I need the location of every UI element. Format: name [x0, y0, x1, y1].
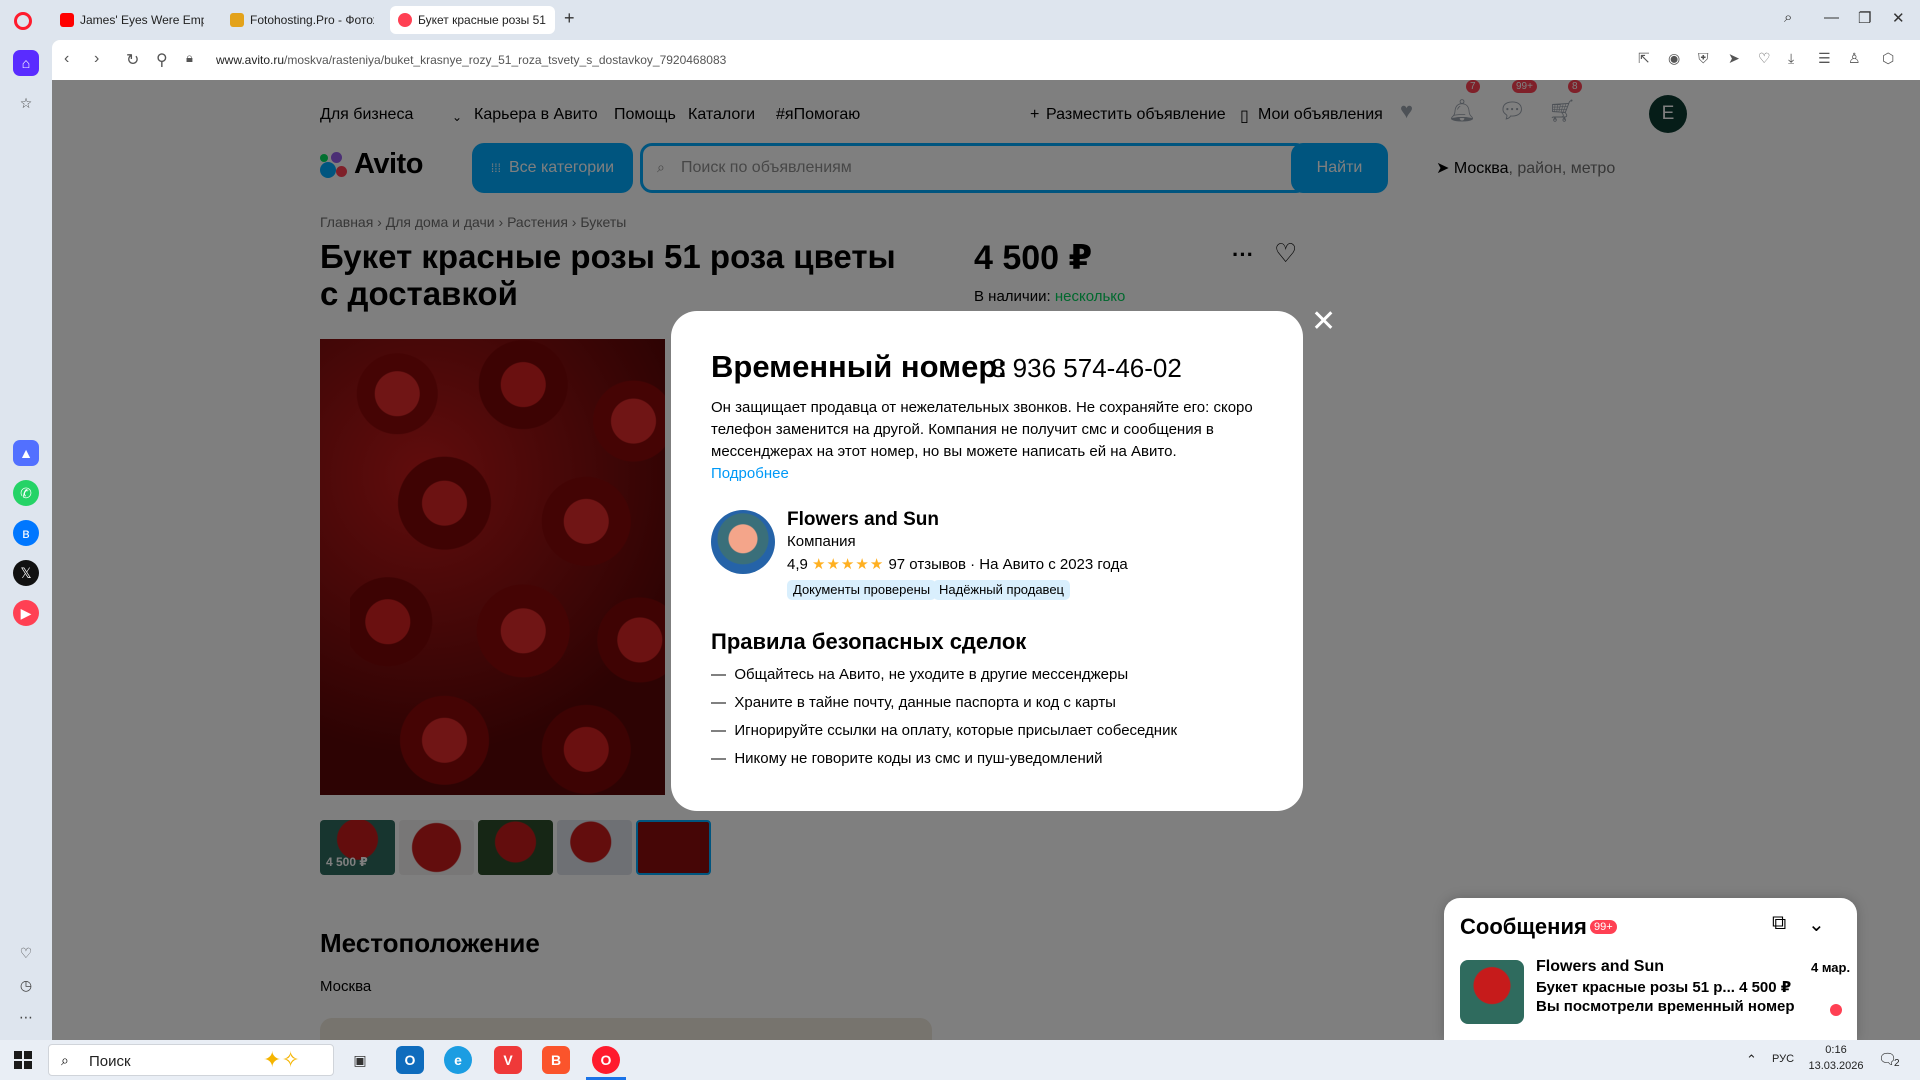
tab-youtube[interactable]: James' Eyes Were Empty	[52, 6, 212, 34]
opera-logo-icon[interactable]	[14, 12, 32, 30]
vivaldi-icon[interactable]: V	[494, 1046, 522, 1074]
reload-icon[interactable]: ↻	[126, 50, 139, 70]
more-info-link[interactable]: Подробнее	[711, 465, 789, 482]
modal-close-icon[interactable]: ✕	[1311, 307, 1336, 337]
favorites-heart-icon[interactable]: ♡	[13, 940, 39, 966]
profile-icon[interactable]: ♙	[1848, 50, 1861, 67]
aria-icon[interactable]: ▲	[13, 440, 39, 466]
outlook-icon[interactable]: O	[396, 1046, 424, 1074]
safety-rules-title: Правила безопасных сделок	[711, 629, 1027, 654]
windows-taskbar: ⌕ Поиск ✦✧ ▣ O e V B O ⌃ РУС 0:16 13.03.…	[0, 1040, 1920, 1080]
chat-seller-name[interactable]: Flowers and Sun	[1536, 958, 1664, 976]
chat-thumbnail	[1460, 960, 1524, 1024]
download-icon[interactable]: ⤓	[1788, 50, 1794, 67]
messages-title: Сообщения	[1460, 914, 1587, 939]
chat-preview: Вы посмотрели временный номер	[1536, 998, 1795, 1015]
tab-fotohosting[interactable]: Fotohosting.Pro - Фотохо	[222, 6, 382, 34]
tab-avito[interactable]: Букет красные розы 51 р	[390, 6, 555, 34]
rating-stars-icon: ★★★★★	[812, 556, 885, 573]
chevron-down-icon[interactable]: ⌄	[1808, 912, 1825, 937]
edge-icon[interactable]: e	[444, 1046, 472, 1074]
close-window-icon[interactable]: ✕	[1892, 9, 1905, 27]
modal-heading: Временный номер:	[711, 349, 1008, 384]
safety-rule: — Игнорируйте ссылки на оплату, которые …	[711, 722, 1178, 739]
more-options-icon[interactable]: ⋯	[13, 1004, 39, 1030]
temporary-number-modal: Временный номер: 8 936 574-46-02 Он защи…	[671, 311, 1303, 811]
reviews-link[interactable]: 97 отзывов	[888, 556, 966, 573]
safety-rule: — Никому не говорите коды из смс и пуш-у…	[711, 750, 1103, 767]
bookmarks-star-icon[interactable]: ☆	[13, 90, 39, 116]
whatsapp-icon[interactable]: ✆	[13, 480, 39, 506]
heart-icon[interactable]: ♡	[1758, 50, 1771, 67]
location-pin-icon[interactable]: ⚲	[156, 50, 168, 70]
clock-time[interactable]: 0:16	[1806, 1044, 1866, 1056]
seller-rating: 4,9 ★★★★★ 97 отзывов · На Авито с 2023 г…	[787, 556, 1128, 573]
language-indicator[interactable]: РУС	[1772, 1053, 1794, 1065]
camera-icon[interactable]: ◉	[1668, 50, 1680, 67]
tray-chevron-up-icon[interactable]: ⌃	[1746, 1052, 1757, 1068]
forward-icon[interactable]: ›	[94, 50, 99, 68]
vk-icon[interactable]: в	[13, 520, 39, 546]
new-tab-plus-icon[interactable]: +	[564, 8, 575, 29]
notification-count: 2	[1894, 1058, 1900, 1069]
badge-reliable-seller: Надёжный продавец	[933, 580, 1070, 600]
minimize-icon[interactable]: —	[1824, 9, 1839, 26]
seller-type: Компания	[787, 533, 856, 550]
taskbar-search-input[interactable]: ⌕ Поиск ✦✧	[48, 1044, 334, 1076]
open-external-icon[interactable]: ⧉	[1772, 912, 1786, 935]
messages-panel: Сообщения 99+ ⧉ ⌄ Flowers and Sun 4 мар.…	[1444, 898, 1857, 1040]
badge-documents-verified: Документы проверены	[787, 580, 937, 600]
opera-icon[interactable]: O	[592, 1046, 620, 1074]
history-clock-icon[interactable]: ◷	[13, 972, 39, 998]
clock-date[interactable]: 13.03.2026	[1806, 1060, 1866, 1072]
modal-description: Он защищает продавца от нежелательных зв…	[711, 399, 1253, 482]
browser-tab-bar: James' Eyes Were Empty Fotohosting.Pro -…	[0, 0, 1920, 40]
extensions-cube-icon[interactable]: ⬡	[1882, 50, 1894, 67]
unread-dot	[1830, 1004, 1842, 1016]
restore-icon[interactable]: ❐	[1858, 9, 1871, 27]
seller-avatar[interactable]	[711, 510, 775, 574]
send-icon[interactable]: ➤	[1728, 50, 1740, 67]
task-view-icon[interactable]: ▣	[346, 1046, 374, 1074]
windows-start-icon[interactable]	[14, 1051, 32, 1069]
url-field[interactable]: www.avito.ru/moskva/rasteniya/buket_kras…	[216, 53, 726, 67]
chat-subject: Букет красные розы 51 р... 4 500 ₽	[1536, 979, 1792, 996]
chat-date: 4 мар.	[1811, 960, 1851, 975]
safety-rule: — Храните в тайне почту, данные паспорта…	[711, 694, 1116, 711]
temporary-phone-number[interactable]: 8 936 574-46-02	[991, 353, 1182, 384]
menu-lines-icon[interactable]: ☰	[1818, 50, 1831, 67]
music-player-icon[interactable]: ▶	[13, 600, 39, 626]
page-viewport: Для бизнеса ⌄ Карьера в Авито Помощь Кат…	[52, 80, 1920, 1040]
fotohosting-icon	[230, 13, 244, 27]
browser-sidebar: ⌂ ☆ ▲ ✆ в 𝕏 ▶ ♡ ◷ ⋯	[0, 40, 52, 1040]
safety-rule: — Общайтесь на Авито, не уходите в други…	[711, 666, 1129, 683]
back-icon[interactable]: ‹	[64, 50, 69, 68]
home-icon[interactable]: ⌂	[13, 50, 39, 76]
search-tabs-icon[interactable]: ⌕	[1784, 9, 1792, 26]
avito-favicon-icon	[398, 13, 412, 27]
search-icon: ⌕	[61, 1052, 69, 1068]
brave-icon[interactable]: B	[542, 1046, 570, 1074]
seller-name[interactable]: Flowers and Sun	[787, 509, 939, 531]
shield-icon[interactable]: ⛨	[1698, 50, 1709, 67]
lock-icon[interactable]: 🔒︎	[186, 50, 193, 66]
x-twitter-icon[interactable]: 𝕏	[13, 560, 39, 586]
messages-panel-badge: 99+	[1590, 920, 1617, 934]
sparkle-icon: ✦✧	[263, 1047, 300, 1072]
youtube-icon	[60, 13, 74, 27]
address-bar: ‹ › ↻ ⚲ 🔒︎ www.avito.ru/moskva/rasteniya…	[52, 40, 1920, 80]
share-icon[interactable]: ⇱	[1638, 50, 1650, 67]
